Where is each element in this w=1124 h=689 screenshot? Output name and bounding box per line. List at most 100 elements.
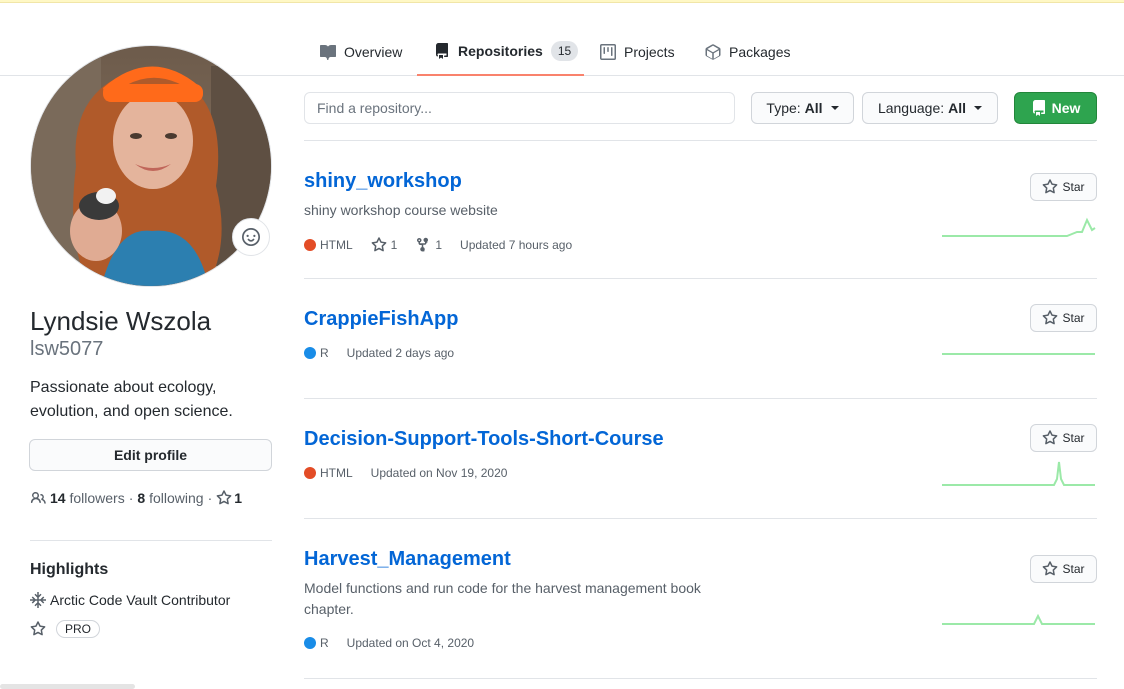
repo-language-label: HTML (320, 466, 353, 480)
repo-count-badge: 15 (550, 41, 579, 61)
highlight-arctic-label: Arctic Code Vault Contributor (50, 592, 231, 608)
repo-language: R (304, 636, 329, 650)
repo-stars-link[interactable]: 1 (371, 237, 398, 253)
repo-link-shiny-workshop[interactable]: shiny_workshop (304, 170, 462, 193)
language-filter-dropdown[interactable]: Language: All (862, 92, 998, 124)
language-color-dot (304, 239, 316, 251)
repo-link-crappiefishapp[interactable]: CrappieFishApp (304, 308, 458, 331)
language-filter-label: Language: (877, 100, 945, 116)
repo-search-input[interactable] (304, 92, 735, 124)
star-button[interactable]: Star (1030, 173, 1097, 201)
following-count: 8 (137, 490, 146, 506)
repo-link-harvest-management[interactable]: Harvest_Management (304, 548, 511, 571)
star-button[interactable]: Star (1030, 424, 1097, 452)
project-icon (600, 43, 616, 60)
package-icon (705, 43, 721, 60)
repo-language: HTML (304, 238, 353, 252)
followers-label: followers (69, 490, 125, 506)
tab-repositories[interactable]: Repositories 15 (417, 28, 584, 76)
profile-bio: Passionate about ecology, evolution, and… (30, 379, 233, 420)
repo-updated: Updated on Oct 4, 2020 (346, 636, 475, 650)
followers-count: 14 (50, 490, 66, 506)
repo-meta: HTML Updated on Nov 19, 2020 (304, 466, 507, 480)
repo-icon (436, 43, 448, 59)
language-filter-value: All (948, 100, 967, 116)
highlight-arctic-vault[interactable]: Arctic Code Vault Contributor (30, 592, 230, 608)
repo-updated: Updated 2 days ago (346, 346, 455, 360)
repo-description: shiny workshop course website (304, 202, 498, 218)
tab-projects[interactable]: Projects (600, 28, 675, 75)
profile-full-name: Lyndsie Wszola (30, 306, 212, 336)
following-link[interactable]: 8 following (137, 490, 203, 506)
people-icon (30, 492, 46, 504)
pro-badge: PRO (56, 620, 101, 638)
repo-language: R (304, 346, 329, 360)
star-button-label: Star (1062, 180, 1085, 194)
highlights-title: Highlights (30, 561, 109, 578)
activity-sparkline (942, 217, 1096, 237)
stars-link[interactable]: 1 (216, 490, 242, 506)
star-icon (1043, 179, 1058, 194)
smiley-icon (242, 228, 260, 246)
avatar-container (30, 45, 272, 287)
type-filter-value: All (804, 100, 823, 116)
repo-divider (304, 140, 1097, 141)
repo-language: HTML (304, 466, 353, 480)
followers-link[interactable]: 14 followers (50, 490, 125, 506)
activity-sparkline (942, 353, 1095, 355)
tab-overview[interactable]: Overview (320, 28, 402, 75)
star-icon (371, 237, 387, 252)
profile-username: lsw5077 (30, 338, 104, 360)
activity-sparkline (942, 461, 1095, 486)
repo-forks-count: 1 (435, 238, 443, 252)
repo-updated: Updated 7 hours ago (460, 238, 573, 252)
avatar[interactable] (30, 45, 272, 287)
star-button-label: Star (1062, 562, 1085, 576)
language-color-dot (304, 637, 316, 649)
tab-packages-label: Packages (729, 43, 791, 60)
type-filter-label: Type: (766, 100, 801, 116)
chevron-down-icon (830, 106, 839, 110)
repo-language-label: R (320, 636, 329, 650)
repo-meta: R Updated 2 days ago (304, 346, 454, 360)
notice-strip (0, 0, 1124, 3)
repo-forks-link[interactable]: 1 (415, 237, 442, 253)
repo-description: Model functions and run code for the har… (304, 580, 701, 617)
repo-divider (304, 518, 1097, 519)
tab-repositories-label: Repositories (458, 43, 543, 59)
highlight-pro: PRO (30, 620, 101, 638)
activity-sparkline (942, 613, 1095, 625)
tab-projects-label: Projects (624, 43, 675, 60)
following-label: following (149, 490, 204, 506)
book-icon (320, 44, 336, 60)
language-color-dot (304, 467, 316, 479)
star-icon (216, 490, 232, 505)
tab-packages[interactable]: Packages (705, 28, 790, 75)
repo-meta: R Updated on Oct 4, 2020 (304, 636, 474, 650)
repo-meta: HTML 1 1 Updated 7 hours ago (304, 237, 572, 253)
tab-overview-label: Overview (344, 43, 403, 60)
star-button-label: Star (1062, 431, 1085, 445)
repo-language-label: HTML (320, 238, 353, 252)
new-repo-button[interactable]: New (1014, 92, 1097, 124)
star-icon (1043, 310, 1058, 325)
repo-icon (1032, 100, 1045, 116)
repo-divider (304, 398, 1097, 399)
stars-count: 1 (234, 490, 243, 506)
star-button-label: Star (1062, 311, 1085, 325)
set-status-button[interactable] (232, 218, 270, 256)
repo-divider (304, 278, 1097, 279)
separator: · (128, 490, 134, 506)
repo-language-label: R (320, 346, 329, 360)
sidebar-divider (30, 540, 272, 541)
repo-stars-count: 1 (390, 238, 398, 252)
repo-link-decision-support-tools[interactable]: Decision-Support-Tools-Short-Course (304, 428, 664, 451)
snowflake-icon (30, 592, 46, 608)
type-filter-dropdown[interactable]: Type: All (751, 92, 854, 124)
fork-icon (417, 237, 429, 252)
new-button-label: New (1051, 100, 1081, 116)
horizontal-scrollbar[interactable] (0, 684, 135, 689)
repo-divider (304, 678, 1097, 679)
star-button[interactable]: Star (1030, 555, 1097, 583)
edit-profile-button[interactable]: Edit profile (29, 439, 272, 471)
